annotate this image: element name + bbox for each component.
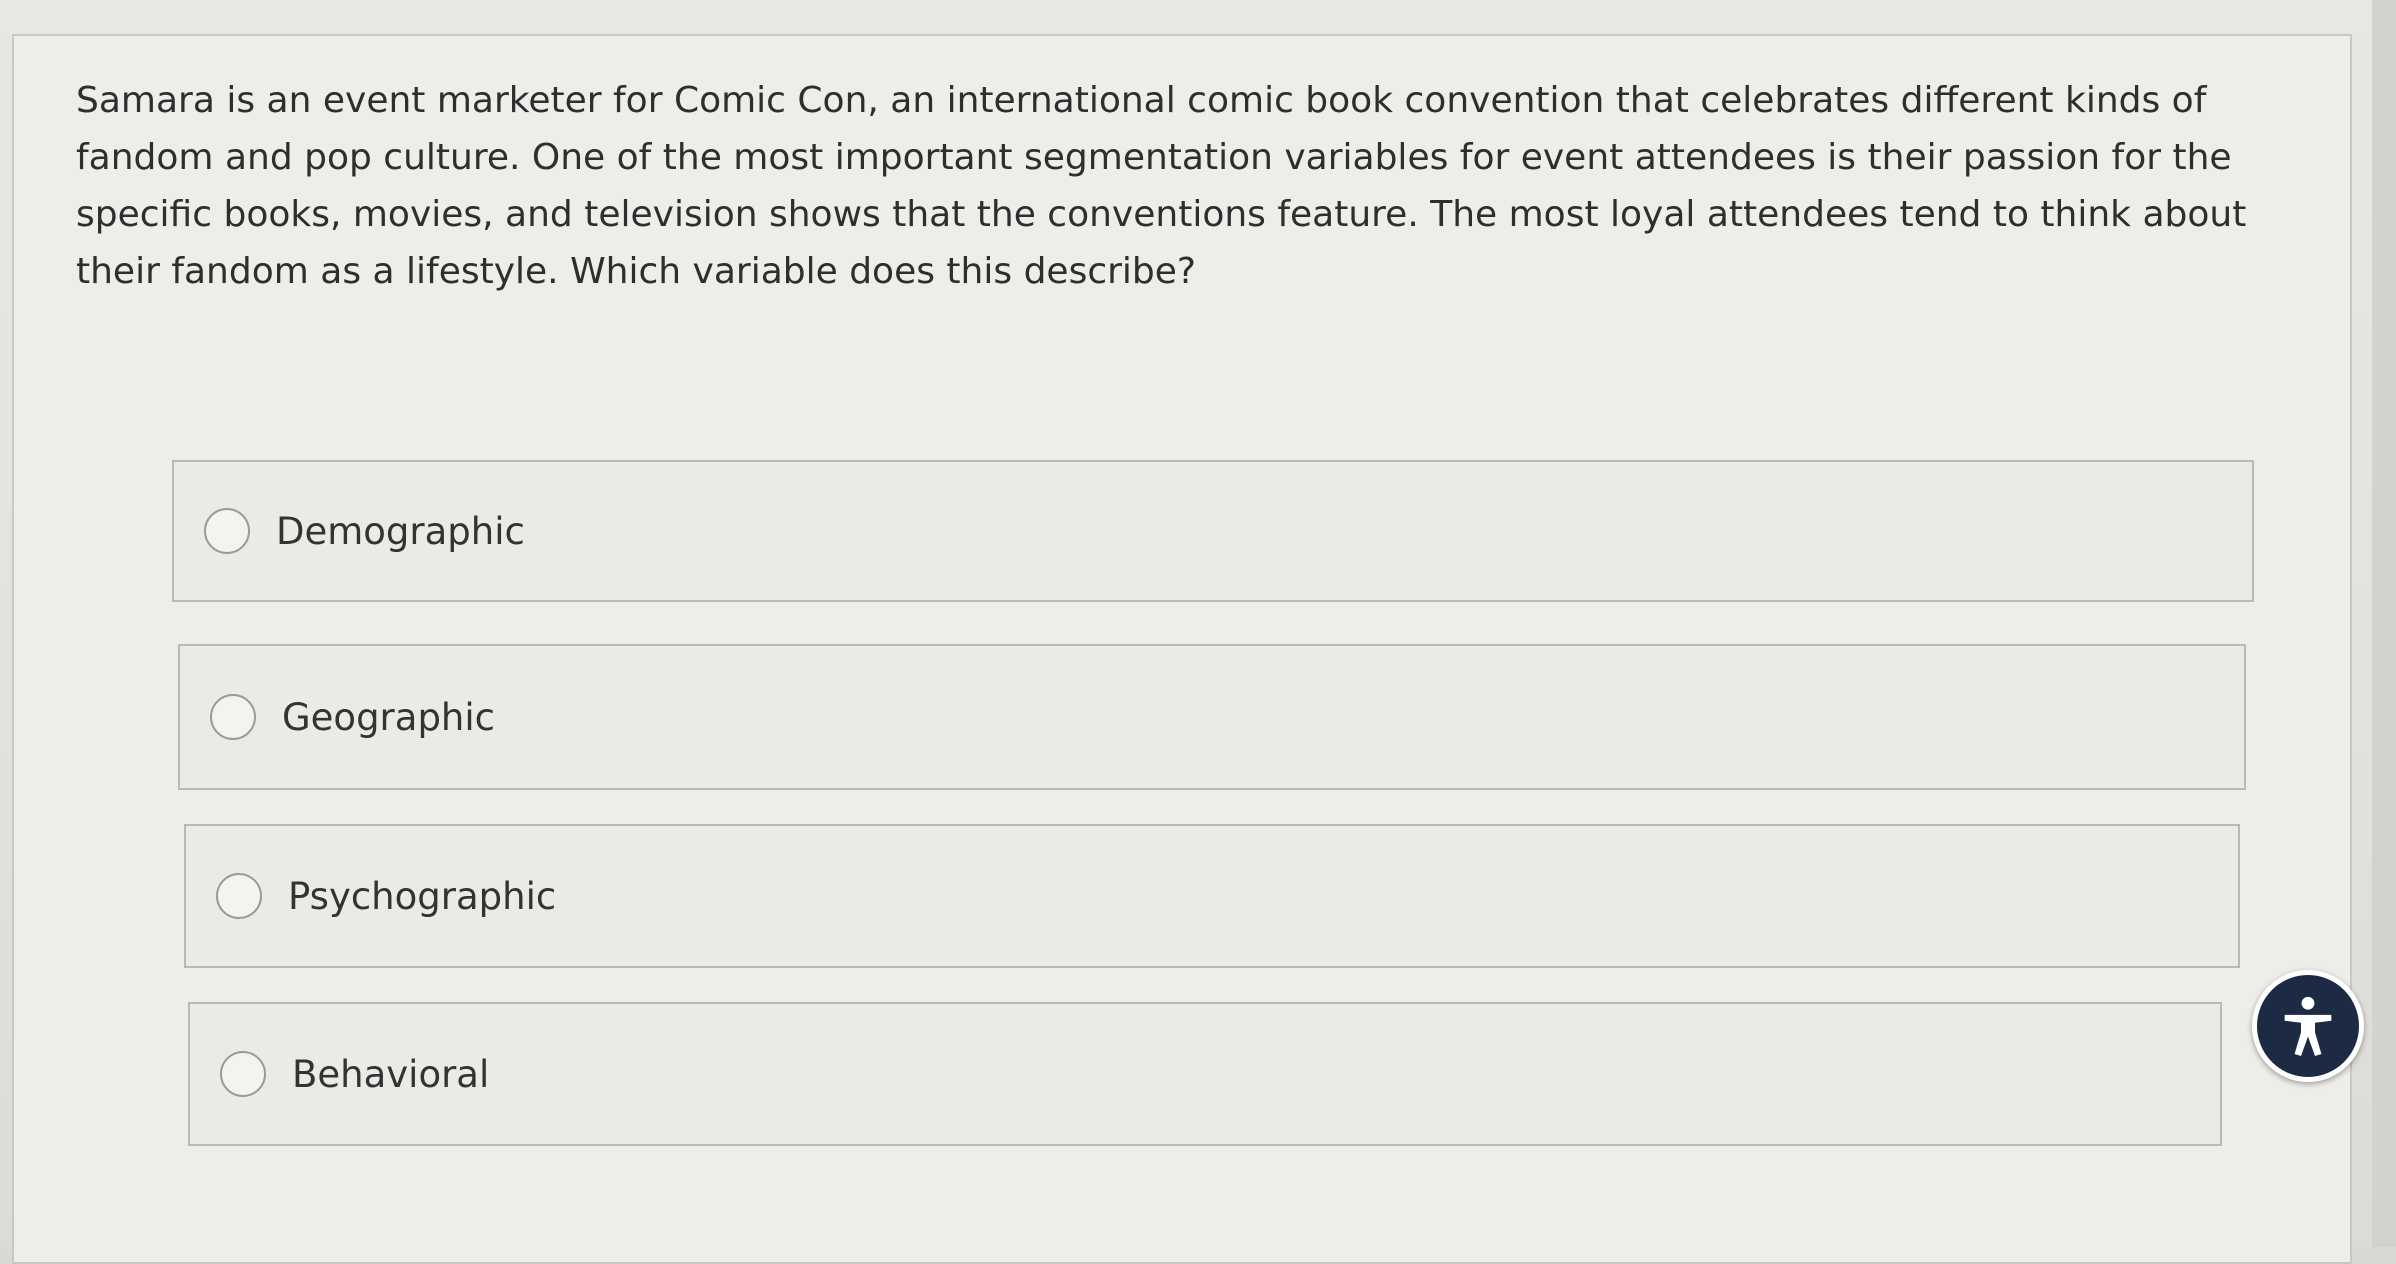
option-geographic[interactable]: Geographic: [178, 644, 2246, 790]
option-label: Behavioral: [292, 1052, 490, 1096]
option-behavioral[interactable]: Behavioral: [188, 1002, 2222, 1146]
radio-psychographic[interactable]: [216, 873, 262, 919]
page: Samara is an event marketer for Comic Co…: [0, 0, 2396, 1264]
accessibility-button[interactable]: [2252, 970, 2364, 1082]
option-label: Demographic: [276, 509, 525, 553]
radio-demographic[interactable]: [204, 508, 250, 554]
option-demographic[interactable]: Demographic: [172, 460, 2254, 602]
radio-behavioral[interactable]: [220, 1051, 266, 1097]
radio-geographic[interactable]: [210, 694, 256, 740]
accessibility-icon: [2284, 996, 2332, 1057]
option-label: Psychographic: [288, 874, 557, 918]
option-label: Geographic: [282, 695, 496, 739]
window-edge: [2372, 0, 2396, 1247]
question-text: Samara is an event marketer for Comic Co…: [76, 80, 2247, 292]
option-psychographic[interactable]: Psychographic: [184, 824, 2240, 968]
